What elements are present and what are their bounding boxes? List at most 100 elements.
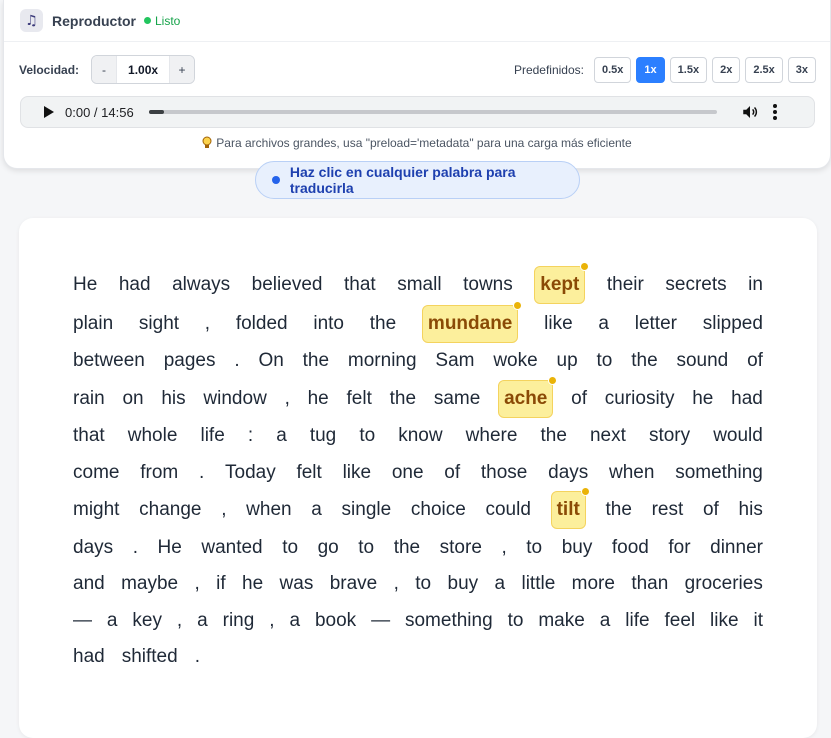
word[interactable]: of bbox=[444, 462, 460, 484]
word[interactable]: that bbox=[73, 425, 105, 447]
highlighted-word[interactable]: tilt bbox=[550, 487, 590, 529]
word[interactable]: single bbox=[342, 499, 392, 521]
highlighted-word[interactable]: kept bbox=[534, 262, 590, 304]
word[interactable]: a bbox=[495, 573, 506, 595]
play-icon[interactable] bbox=[44, 106, 54, 118]
word[interactable]: brave bbox=[330, 573, 378, 595]
word[interactable]: same bbox=[434, 388, 480, 410]
word[interactable]: window bbox=[203, 388, 266, 410]
word[interactable]: maybe bbox=[121, 573, 178, 595]
word[interactable]: woke bbox=[493, 350, 537, 372]
word[interactable]: the bbox=[631, 350, 657, 372]
word[interactable]: . bbox=[195, 646, 200, 668]
word[interactable]: he bbox=[242, 573, 263, 595]
word[interactable]: a bbox=[311, 499, 322, 521]
word[interactable]: days bbox=[548, 462, 588, 484]
word[interactable]: life bbox=[200, 425, 224, 447]
word[interactable]: than bbox=[631, 573, 668, 595]
word[interactable]: on bbox=[122, 388, 143, 410]
word[interactable]: was bbox=[280, 573, 314, 595]
word[interactable]: and bbox=[73, 573, 105, 595]
word[interactable]: it bbox=[753, 610, 763, 632]
word[interactable]: buy bbox=[562, 537, 593, 559]
word[interactable]: when bbox=[609, 462, 654, 484]
word[interactable]: if bbox=[216, 573, 226, 595]
word[interactable]: to bbox=[597, 350, 613, 372]
word[interactable]: a bbox=[600, 610, 611, 632]
word[interactable]: had bbox=[731, 388, 763, 410]
word[interactable]: more bbox=[572, 573, 615, 595]
word[interactable]: feel bbox=[664, 610, 695, 632]
preset-3x-button[interactable]: 3x bbox=[787, 56, 816, 83]
word[interactable]: towns bbox=[463, 274, 513, 296]
word[interactable]: of bbox=[747, 350, 763, 372]
word[interactable]: small bbox=[397, 274, 441, 296]
word[interactable]: — bbox=[73, 610, 92, 632]
word[interactable]: go bbox=[318, 537, 339, 559]
word[interactable]: choice bbox=[411, 499, 466, 521]
word[interactable]: his bbox=[161, 388, 185, 410]
word[interactable]: ring bbox=[223, 610, 255, 632]
word[interactable]: felt bbox=[347, 388, 372, 410]
highlighted-word[interactable]: mundane bbox=[421, 301, 523, 343]
word[interactable]: had bbox=[73, 646, 105, 668]
word[interactable]: a bbox=[107, 610, 118, 632]
word[interactable]: to bbox=[526, 537, 542, 559]
word[interactable]: rain bbox=[73, 388, 105, 410]
word[interactable]: from bbox=[140, 462, 178, 484]
word[interactable]: make bbox=[538, 610, 584, 632]
speed-increment-button[interactable]: + bbox=[170, 56, 195, 83]
word[interactable]: a bbox=[197, 610, 208, 632]
word[interactable]: to bbox=[415, 573, 431, 595]
word[interactable]: he bbox=[692, 388, 713, 410]
word[interactable]: morning bbox=[348, 350, 417, 372]
preset-1.5x-button[interactable]: 1.5x bbox=[669, 56, 708, 83]
word[interactable]: their bbox=[607, 274, 644, 296]
word[interactable]: , bbox=[501, 537, 506, 559]
word[interactable]: rest bbox=[652, 499, 684, 521]
word[interactable]: folded bbox=[236, 313, 288, 335]
word[interactable]: , bbox=[177, 610, 182, 632]
word[interactable]: that bbox=[344, 274, 376, 296]
word[interactable]: those bbox=[481, 462, 527, 484]
word[interactable]: book bbox=[315, 610, 356, 632]
word[interactable]: plain bbox=[73, 313, 113, 335]
word[interactable]: the bbox=[370, 313, 396, 335]
word[interactable]: buy bbox=[448, 573, 479, 595]
volume-icon[interactable] bbox=[741, 103, 759, 121]
word[interactable]: story bbox=[649, 425, 690, 447]
word[interactable]: , bbox=[205, 313, 210, 335]
word[interactable]: store bbox=[440, 537, 482, 559]
word[interactable]: days bbox=[73, 537, 113, 559]
word[interactable]: sight bbox=[139, 313, 179, 335]
word[interactable]: like bbox=[544, 313, 573, 335]
speed-decrement-button[interactable]: - bbox=[92, 56, 117, 83]
word[interactable]: in bbox=[748, 274, 763, 296]
word[interactable]: shifted bbox=[122, 646, 178, 668]
word[interactable]: On bbox=[258, 350, 283, 372]
word[interactable]: felt bbox=[296, 462, 321, 484]
word[interactable]: food bbox=[612, 537, 649, 559]
word[interactable]: . bbox=[234, 350, 239, 372]
word[interactable]: a bbox=[276, 425, 287, 447]
word[interactable]: of bbox=[703, 499, 719, 521]
word[interactable]: , bbox=[394, 573, 399, 595]
word[interactable]: . bbox=[133, 537, 138, 559]
word[interactable]: up bbox=[557, 350, 578, 372]
word[interactable]: something bbox=[405, 610, 493, 632]
word[interactable]: like bbox=[710, 610, 739, 632]
word[interactable]: whole bbox=[128, 425, 178, 447]
word[interactable]: : bbox=[248, 425, 253, 447]
word[interactable]: dinner bbox=[710, 537, 763, 559]
preset-2x-button[interactable]: 2x bbox=[712, 56, 741, 83]
word[interactable]: always bbox=[172, 274, 230, 296]
preset-0.5x-button[interactable]: 0.5x bbox=[593, 56, 632, 83]
word[interactable]: into bbox=[313, 313, 344, 335]
word[interactable]: the bbox=[606, 499, 632, 521]
word[interactable]: one bbox=[392, 462, 424, 484]
word[interactable]: key bbox=[132, 610, 162, 632]
word[interactable]: the bbox=[394, 537, 420, 559]
word[interactable]: change bbox=[139, 499, 201, 521]
word[interactable]: of bbox=[571, 388, 587, 410]
word[interactable]: to bbox=[282, 537, 298, 559]
